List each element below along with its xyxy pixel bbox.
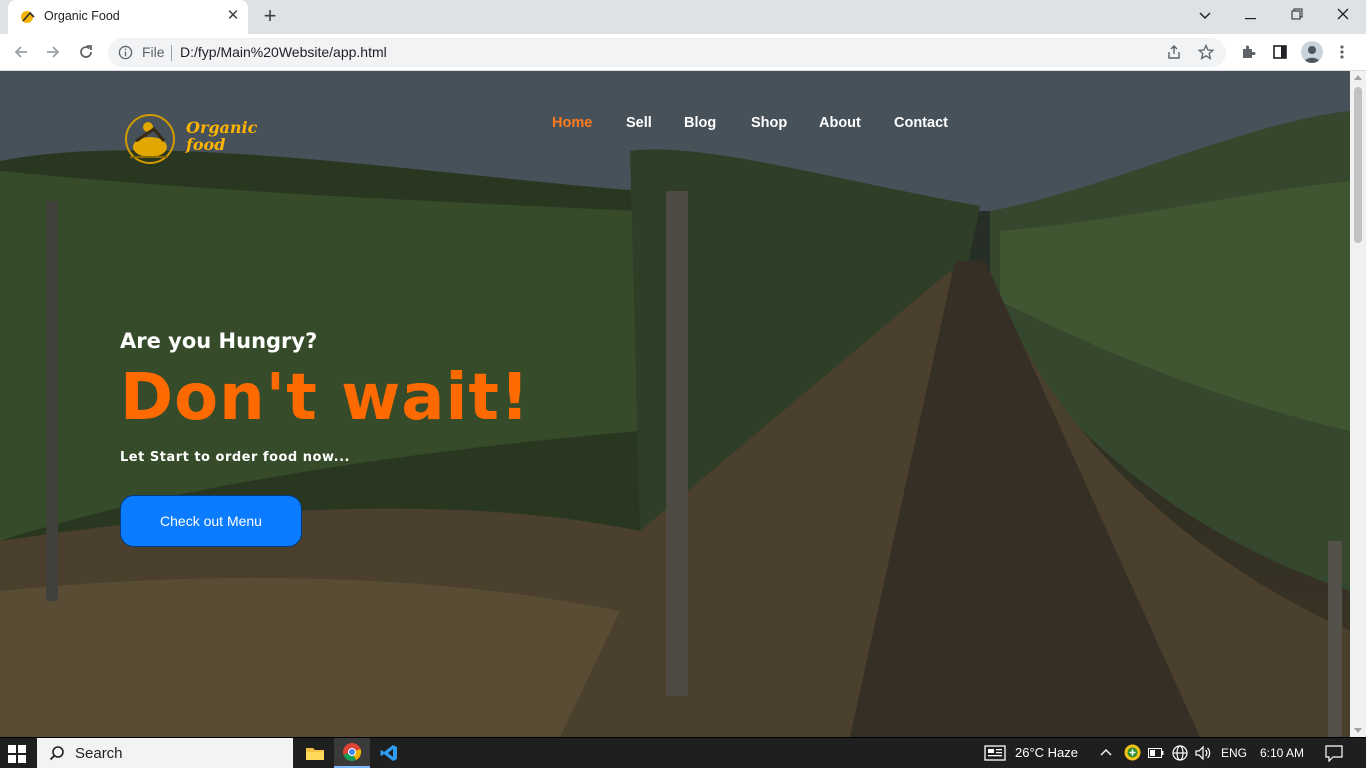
new-tab-button[interactable]: + [258, 5, 282, 29]
battery-icon[interactable] [1148, 748, 1164, 758]
url-divider [171, 45, 172, 61]
scrollbar-thumb[interactable] [1354, 87, 1362, 243]
url-scheme-label: File [142, 44, 165, 60]
hero-title: Don't wait! [120, 361, 531, 435]
nav-blog[interactable]: Blog [684, 115, 751, 131]
globe-network-icon[interactable] [1172, 745, 1188, 761]
minimize-button[interactable] [1237, 4, 1265, 26]
browser-tab-strip: Organic Food ✕ + [0, 0, 1366, 34]
search-icon [49, 746, 64, 761]
language-indicator[interactable]: ENG [1221, 746, 1247, 760]
scroll-down-arrow-icon[interactable] [1354, 728, 1362, 733]
hero-subtitle: Are you Hungry? [120, 329, 318, 353]
bookmark-star-icon[interactable] [1197, 43, 1215, 65]
volume-icon[interactable] [1195, 745, 1212, 761]
logo-text-line1: Organic [186, 118, 258, 137]
nav-home[interactable]: Home [552, 115, 626, 131]
browser-toolbar: File D:/fyp/Main%20Website/app.html [0, 34, 1366, 71]
nav-shop[interactable]: Shop [751, 115, 819, 131]
chevron-up-icon[interactable] [1100, 748, 1112, 756]
notification-icon[interactable] [1325, 745, 1343, 762]
hero-description: Let Start to order food now... [120, 450, 350, 465]
address-bar[interactable]: File D:/fyp/Main%20Website/app.html [108, 38, 1226, 67]
logo-text: Organic food [186, 119, 257, 153]
windows-start-icon[interactable] [8, 745, 26, 763]
scroll-up-arrow-icon[interactable] [1354, 75, 1362, 80]
weather-text[interactable]: 26°C Haze [1015, 745, 1078, 760]
search-label: Search [75, 745, 123, 762]
vscode-icon[interactable] [371, 738, 407, 768]
url-text[interactable]: D:/fyp/Main%20Website/app.html [180, 44, 387, 60]
clock-time[interactable]: 6:10 AM [1260, 746, 1304, 760]
file-explorer-icon[interactable] [297, 738, 333, 768]
forward-arrow-icon[interactable] [41, 40, 65, 64]
check-out-menu-button[interactable]: Check out Menu [120, 495, 302, 547]
tab-close-icon[interactable]: ✕ [224, 7, 242, 25]
info-icon[interactable] [118, 45, 133, 60]
reload-icon[interactable] [74, 40, 98, 64]
share-icon[interactable] [1166, 44, 1182, 65]
extensions-puzzle-icon[interactable] [1236, 40, 1260, 64]
browser-tab[interactable]: Organic Food ✕ [8, 0, 248, 34]
status-plus-icon[interactable] [1124, 744, 1141, 761]
chrome-taskbar-icon[interactable] [334, 738, 370, 768]
chrome-menu-icon[interactable] [1330, 40, 1354, 64]
tab-search-icon[interactable] [1191, 4, 1219, 26]
tab-title: Organic Food [44, 9, 120, 23]
nav-about[interactable]: About [819, 115, 894, 131]
main-nav: Home Sell Blog Shop About Contact [552, 115, 948, 131]
windows-taskbar: Search 26°C Haze ENG 6:10 AM [0, 738, 1366, 768]
news-weather-icon[interactable] [984, 745, 1006, 761]
site-logo[interactable]: Organic food [124, 111, 274, 167]
profile-avatar[interactable] [1301, 41, 1323, 63]
back-arrow-icon[interactable] [9, 40, 33, 64]
nav-contact[interactable]: Contact [894, 115, 948, 131]
nav-sell[interactable]: Sell [626, 115, 684, 131]
logo-text-line2: food [186, 135, 226, 154]
close-window-button[interactable] [1329, 4, 1357, 26]
farmer-logo-icon [21, 11, 35, 23]
side-panel-icon[interactable] [1268, 40, 1292, 64]
hero-section: Organic food Home Sell Blog Shop About C… [0, 71, 1350, 737]
restore-button[interactable] [1283, 4, 1311, 26]
taskbar-search-box[interactable]: Search [37, 738, 293, 768]
farmer-logo-icon [125, 114, 175, 164]
page-scrollbar[interactable] [1350, 71, 1366, 737]
